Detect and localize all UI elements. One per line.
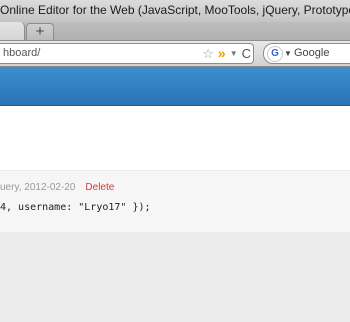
lower-grey-area (0, 232, 350, 322)
title-bar: Online Editor for the Web (JavaScript, M… (0, 0, 350, 23)
rss-feed-icon[interactable]: » (218, 45, 226, 62)
browser-window: Online Editor for the Web (JavaScript, M… (0, 0, 350, 322)
fiddle-entry-meta: uery, 2012-02-20 Delete (0, 182, 114, 193)
fiddle-meta-text: uery, 2012-02-20 (0, 182, 76, 193)
delete-link[interactable]: Delete (85, 182, 114, 193)
reload-icon[interactable]: C (242, 45, 251, 62)
google-engine-icon[interactable]: G (267, 46, 283, 62)
window-title: Online Editor for the Web (JavaScript, M… (0, 3, 350, 17)
address-bar-icons: ☆ » ▼ C (202, 45, 251, 62)
new-tab-button[interactable]: + (26, 23, 54, 40)
address-bar[interactable]: hboard/ ☆ » ▼ C (0, 43, 254, 64)
search-engine-dropdown-icon[interactable]: ▼ (284, 45, 292, 62)
page-content: uery, 2012-02-20 Delete 4, username: "Lry… (0, 106, 350, 322)
bookmark-star-icon[interactable]: ☆ (202, 45, 214, 62)
search-bar[interactable]: G ▼ Google (263, 43, 350, 64)
tab-strip: + (0, 22, 350, 41)
search-input[interactable]: Google (294, 47, 329, 59)
code-snippet: 4, username: "Lryo17" }); (0, 202, 151, 213)
site-header-bar (0, 67, 350, 106)
address-text[interactable]: hboard/ (3, 47, 40, 59)
history-dropdown-icon[interactable]: ▼ (230, 45, 238, 62)
navigation-toolbar: hboard/ ☆ » ▼ C G ▼ Google (0, 41, 350, 67)
tab-active[interactable] (0, 22, 25, 40)
